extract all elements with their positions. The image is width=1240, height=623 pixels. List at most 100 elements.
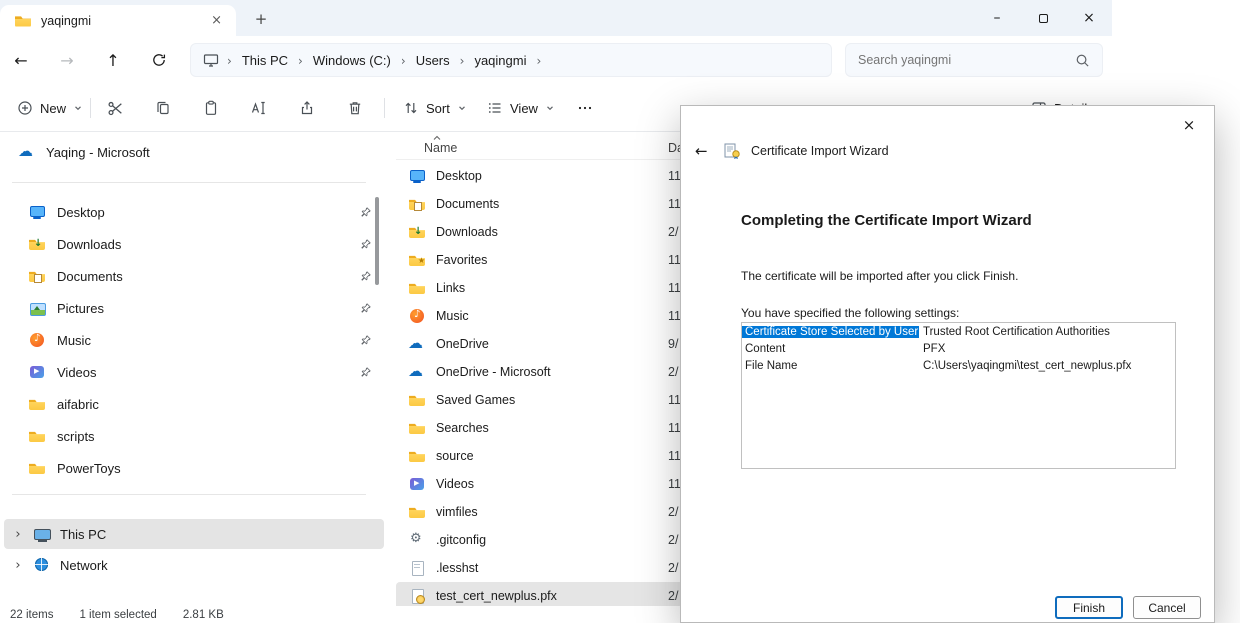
sidebar-item[interactable]: Desktop: [0, 196, 388, 228]
chevron-right-icon[interactable]: [12, 526, 24, 542]
file-icon: [408, 252, 426, 268]
sidebar-divider: [12, 182, 366, 183]
share-button[interactable]: [288, 92, 326, 124]
file-name: Documents: [436, 197, 499, 211]
sidebar-item-label: Documents: [57, 269, 123, 284]
delete-button[interactable]: [336, 92, 374, 124]
breadcrumb-item[interactable]: This PC: [240, 51, 290, 70]
settings-list: Certificate Store Selected by User Trust…: [741, 322, 1176, 469]
up-button[interactable]: ↑: [96, 44, 130, 76]
new-tab-button[interactable]: +: [250, 8, 272, 30]
tree-item-icon: [33, 526, 51, 542]
explorer-tab[interactable]: yaqingmi ×: [0, 5, 236, 36]
file-name: .gitconfig: [436, 533, 486, 547]
breadcrumb-separator-icon: [290, 53, 311, 68]
certificate-import-wizard-dialog: × ← Certificate Import Wizard Completing…: [680, 105, 1215, 623]
file-name: Saved Games: [436, 393, 515, 407]
more-options-button[interactable]: [566, 92, 604, 124]
toolbar-divider: [90, 98, 91, 118]
back-button[interactable]: ←: [4, 44, 38, 76]
file-icon: [408, 560, 426, 576]
sidebar-item[interactable]: Downloads: [0, 228, 388, 260]
sidebar-item[interactable]: Music: [0, 324, 388, 356]
address-bar[interactable]: This PC Windows (C:) Users yaqin: [190, 43, 832, 77]
minimize-button[interactable]: –: [974, 0, 1020, 36]
sort-icon: [403, 100, 419, 116]
toolbar-divider: [384, 98, 385, 118]
file-name: OneDrive - Microsoft: [436, 365, 551, 379]
sidebar-item-icon: [28, 268, 46, 284]
sidebar-item[interactable]: scripts: [0, 420, 388, 452]
sidebar-item-icon: [28, 300, 46, 316]
plus-icon: [17, 100, 33, 116]
forward-button[interactable]: →: [50, 44, 84, 76]
file-name: Downloads: [436, 225, 498, 239]
breadcrumb-item[interactable]: Windows (C:): [311, 51, 393, 70]
breadcrumb-item[interactable]: Users: [414, 51, 452, 70]
copy-button[interactable]: [144, 92, 182, 124]
search-icon: [1075, 53, 1090, 68]
file-icon: [408, 420, 426, 436]
search-box[interactable]: [845, 43, 1103, 77]
sidebar-item-label: Videos: [57, 365, 97, 380]
file-icon: [408, 364, 426, 380]
sidebar-item[interactable]: PowerToys: [0, 452, 388, 484]
sidebar-item[interactable]: Videos: [0, 356, 388, 388]
sidebar-item[interactable]: aifabric: [0, 388, 388, 420]
dialog-close-button[interactable]: ×: [1172, 112, 1206, 138]
sidebar-item-label: aifabric: [57, 397, 99, 412]
sidebar-item[interactable]: Documents: [0, 260, 388, 292]
setting-value: PFX: [919, 343, 949, 355]
view-button[interactable]: View: [478, 92, 564, 124]
sort-button[interactable]: Sort: [394, 92, 476, 124]
setting-key: Content: [742, 343, 919, 355]
sidebar-item-label: Desktop: [57, 205, 105, 220]
tree-item-label: This PC: [60, 527, 106, 542]
breadcrumb-item[interactable]: yaqingmi: [472, 51, 528, 70]
setting-key: File Name: [742, 360, 919, 372]
file-date: 9/: [668, 337, 678, 351]
certificate-icon: [723, 143, 741, 160]
settings-row[interactable]: Certificate Store Selected by User Trust…: [742, 323, 1175, 340]
pin-icon: [360, 302, 372, 314]
finish-button[interactable]: Finish: [1055, 596, 1123, 619]
maximize-button[interactable]: [1020, 0, 1066, 36]
sidebar-item-label: scripts: [57, 429, 95, 444]
sidebar-item-icon: [28, 332, 46, 348]
file-name: Favorites: [436, 253, 487, 267]
tree-item[interactable]: Network: [4, 550, 384, 580]
rename-button[interactable]: [240, 92, 278, 124]
tree-item[interactable]: This PC: [4, 519, 384, 549]
sidebar-item-onedrive[interactable]: Yaqing - Microsoft: [0, 136, 388, 168]
file-date: 2/: [668, 365, 678, 379]
chevron-right-icon[interactable]: [12, 557, 24, 573]
settings-row[interactable]: Content PFX: [742, 340, 1175, 357]
setting-key: Certificate Store Selected by User: [742, 326, 919, 338]
name-column-header[interactable]: Name: [424, 141, 457, 155]
folder-icon: [14, 13, 32, 29]
cancel-button[interactable]: Cancel: [1133, 596, 1201, 619]
refresh-button[interactable]: [142, 44, 176, 76]
file-name: Links: [436, 281, 465, 295]
sidebar-scrollbar[interactable]: [375, 197, 379, 285]
search-input[interactable]: [858, 53, 1075, 67]
breadcrumb: This PC Windows (C:) Users yaqin: [240, 51, 549, 70]
sidebar-item-icon: [28, 364, 46, 380]
wizard-back-button[interactable]: ←: [695, 142, 713, 160]
chevron-down-icon: [545, 103, 555, 113]
navigation-pane: Yaqing - Microsoft Desktop Downloads: [0, 132, 388, 606]
new-button[interactable]: New: [8, 92, 92, 124]
cut-button[interactable]: [96, 92, 134, 124]
settings-row[interactable]: File Name C:\Users\yaqingmi\test_cert_ne…: [742, 357, 1175, 374]
sidebar-divider: [12, 494, 366, 495]
wizard-intro-text: The certificate will be imported after y…: [741, 269, 1018, 283]
sidebar-item[interactable]: Pictures: [0, 292, 388, 324]
this-pc-icon: [203, 52, 219, 68]
close-button[interactable]: ×: [1066, 0, 1112, 36]
file-name: Music: [436, 309, 469, 323]
file-date: 2/: [668, 561, 678, 575]
tab-bar: yaqingmi × + – ×: [0, 0, 1112, 36]
tab-close-icon[interactable]: ×: [207, 13, 226, 28]
paste-button[interactable]: [192, 92, 230, 124]
sidebar-item-icon: [28, 460, 46, 476]
